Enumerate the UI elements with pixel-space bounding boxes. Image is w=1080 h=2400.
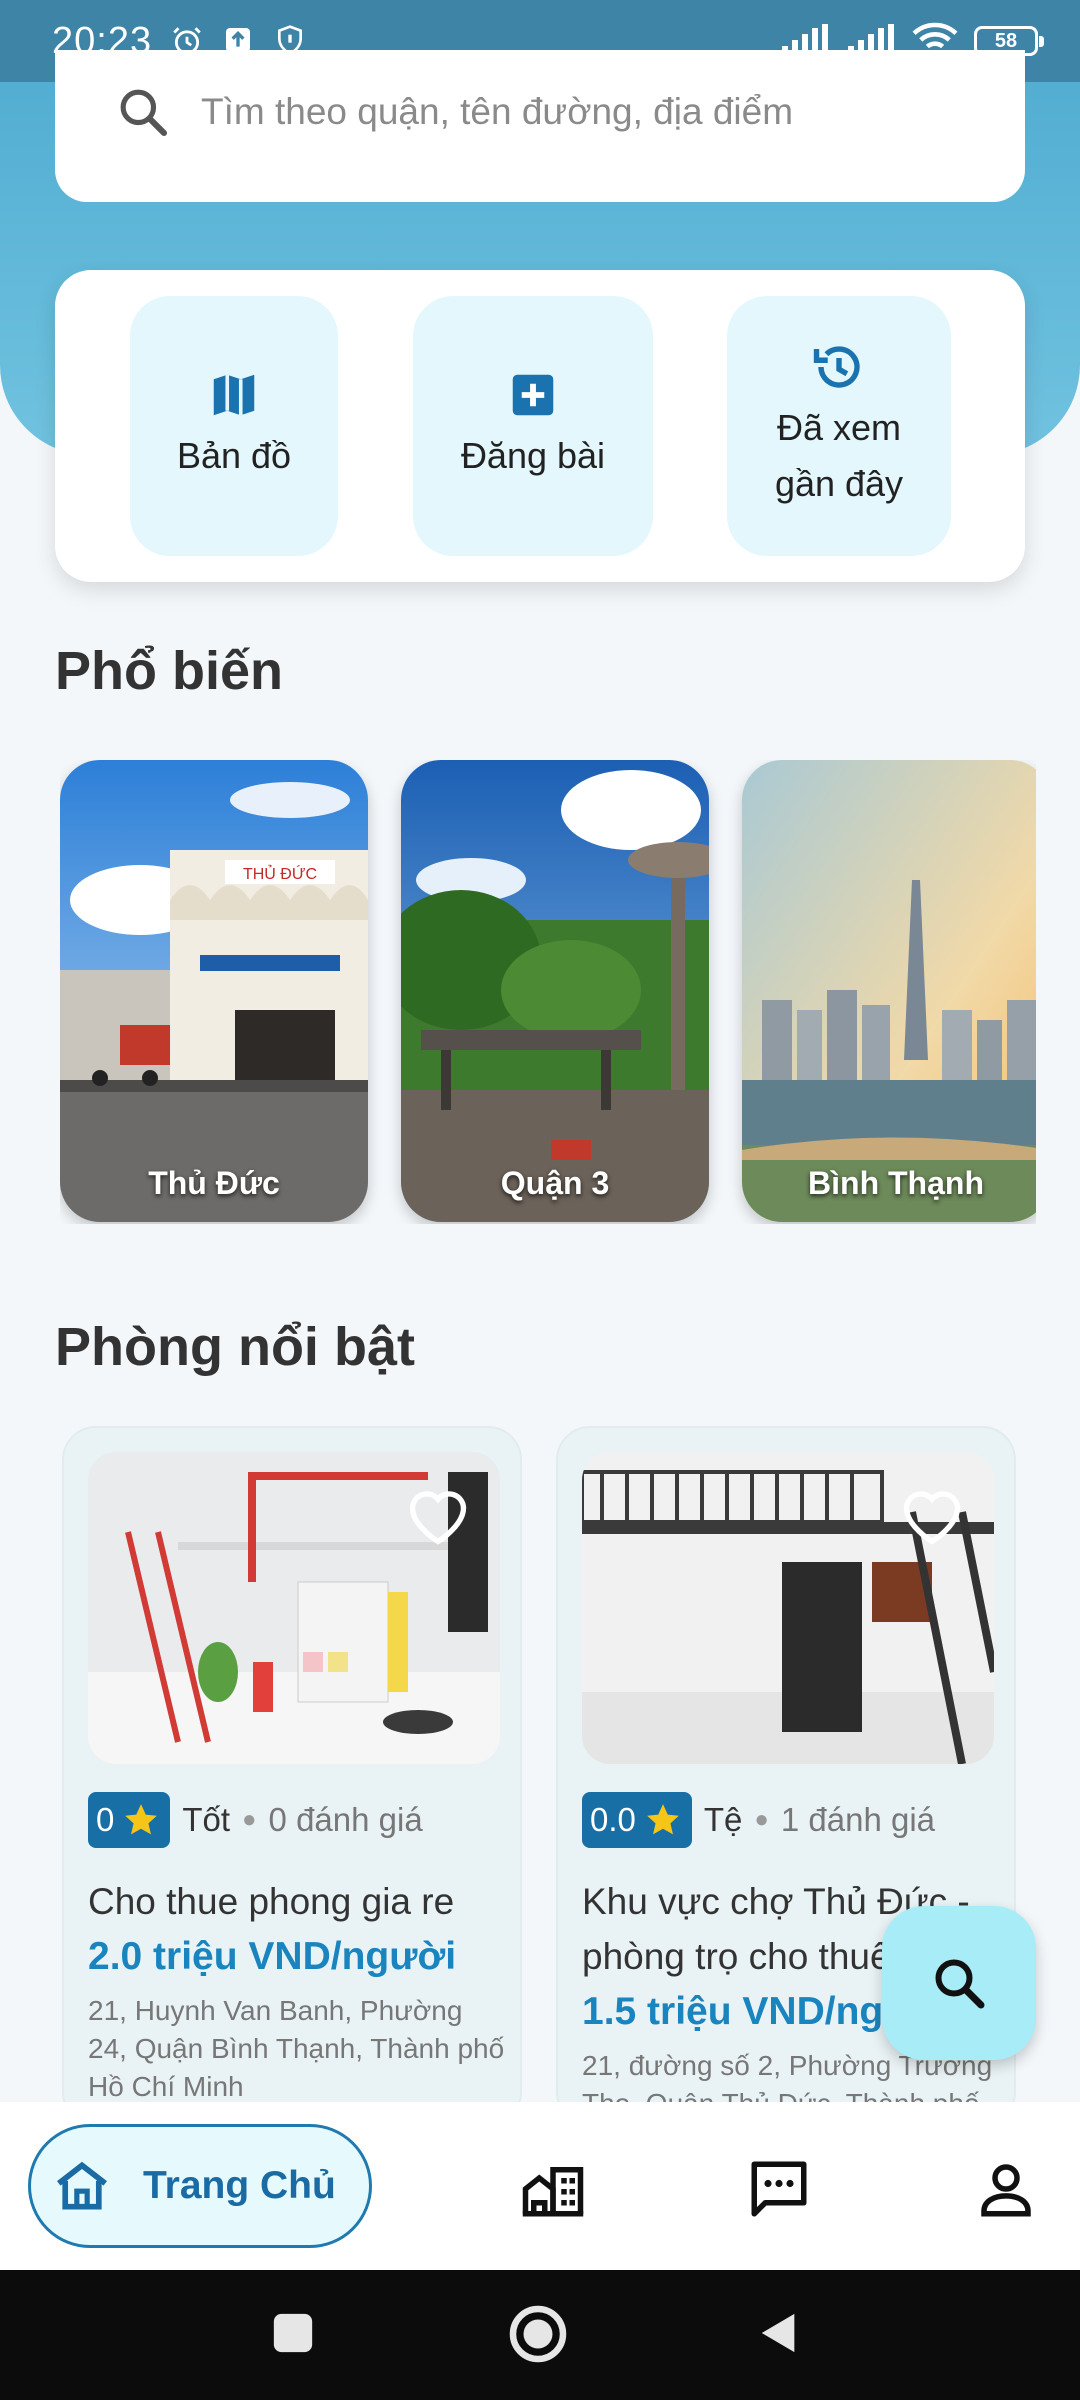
- quan-3-park-image: [401, 760, 709, 1222]
- featured-section-title: Phòng nổi bật: [55, 1317, 415, 1377]
- popular-section-title: Phổ biến: [55, 641, 283, 701]
- dot-separator: ●: [242, 1806, 257, 1833]
- rating-row: 0 Tốt ● 0 đánh giá: [88, 1792, 423, 1848]
- review-count: 0 đánh giá: [268, 1801, 423, 1838]
- system-navigation-bar: [0, 2270, 1080, 2400]
- binh-thanh-skyline-image: [742, 760, 1036, 1222]
- map-icon: [213, 374, 255, 416]
- popular-card-thu-duc[interactable]: THỦ ĐỨC Thủ Đức: [60, 760, 368, 1222]
- recently-viewed-label: Đã xem gần đây: [774, 407, 904, 504]
- rating-value: 0.0: [590, 1801, 636, 1838]
- popular-carousel[interactable]: THỦ ĐỨC Thủ Đức Quận 3 Bình Thạnh: [60, 760, 1036, 1224]
- popular-card-quan-3[interactable]: Quận 3: [401, 760, 709, 1222]
- back-icon[interactable]: [756, 2310, 802, 2356]
- home-circle-icon[interactable]: [508, 2304, 568, 2364]
- nav-home-tab[interactable]: Trang Chủ: [28, 2124, 372, 2248]
- popular-card-label: Bình Thạnh: [808, 1165, 984, 1201]
- map-label: Bản đồ: [176, 435, 292, 476]
- create-post-button[interactable]: Đăng bài: [413, 296, 653, 556]
- room-title: Cho thue phong gia re: [88, 1881, 455, 1922]
- create-post-label: Đăng bài: [460, 435, 606, 476]
- map-button[interactable]: Bản đồ: [130, 296, 338, 556]
- rating-badge: 0.0: [582, 1792, 692, 1848]
- room-image: [88, 1452, 500, 1764]
- room-address: 21, Huynh Van Banh, Phường 24, Quận Bình…: [88, 1995, 505, 2102]
- room-price: 2.0 triệu VND/người: [88, 1935, 457, 1978]
- star-icon: [647, 1804, 679, 1835]
- rooms-building-icon[interactable]: [520, 2156, 586, 2222]
- profile-icon[interactable]: [973, 2156, 1039, 2222]
- room-card[interactable]: 0 Tốt ● 0 đánh giá Cho thue phong gia re…: [62, 1426, 522, 2126]
- popular-card-binh-thanh[interactable]: Bình Thạnh: [742, 760, 1036, 1222]
- rating-value: 0: [96, 1801, 115, 1838]
- recent-apps-icon[interactable]: [270, 2310, 316, 2356]
- room-info: Cho thue phong gia re 2.0 triệu VND/ngườ…: [88, 1874, 508, 2106]
- search-input[interactable]: [201, 91, 981, 133]
- quick-actions-card: Bản đồ Đăng bài Đã xem gần đây: [55, 270, 1025, 582]
- star-icon: [125, 1804, 158, 1835]
- favorite-heart-icon[interactable]: [896, 1480, 968, 1546]
- floating-search-button[interactable]: [882, 1906, 1036, 2060]
- chat-icon[interactable]: [746, 2156, 812, 2222]
- nav-home-label: Trang Chủ: [143, 2164, 336, 2207]
- thu-duc-market-image: THỦ ĐỨC: [60, 760, 368, 1222]
- svg-text:THỦ ĐỨC: THỦ ĐỨC: [243, 864, 317, 883]
- search-icon: [120, 89, 168, 137]
- review-count: 1 đánh giá: [780, 1801, 936, 1838]
- recently-viewed-button[interactable]: Đã xem gần đây: [727, 296, 951, 556]
- rating-word: Tốt: [182, 1801, 231, 1838]
- add-post-icon: [512, 374, 554, 416]
- rating-badge: 0: [88, 1792, 171, 1848]
- rating-row: 0.0 Tệ ● 1 đánh giá: [582, 1792, 935, 1848]
- room-image: [582, 1452, 994, 1764]
- history-icon: [813, 346, 860, 388]
- popular-card-label: Quận 3: [500, 1165, 610, 1201]
- rating-word: Tệ: [703, 1801, 743, 1838]
- bottom-navigation: Trang Chủ: [0, 2102, 1080, 2270]
- home-icon: [57, 2161, 107, 2210]
- favorite-heart-icon[interactable]: [402, 1480, 474, 1546]
- search-bar[interactable]: [55, 50, 1025, 202]
- dot-separator: ●: [754, 1806, 769, 1833]
- popular-card-label: Thủ Đức: [148, 1165, 280, 1201]
- search-icon: [935, 1959, 985, 2009]
